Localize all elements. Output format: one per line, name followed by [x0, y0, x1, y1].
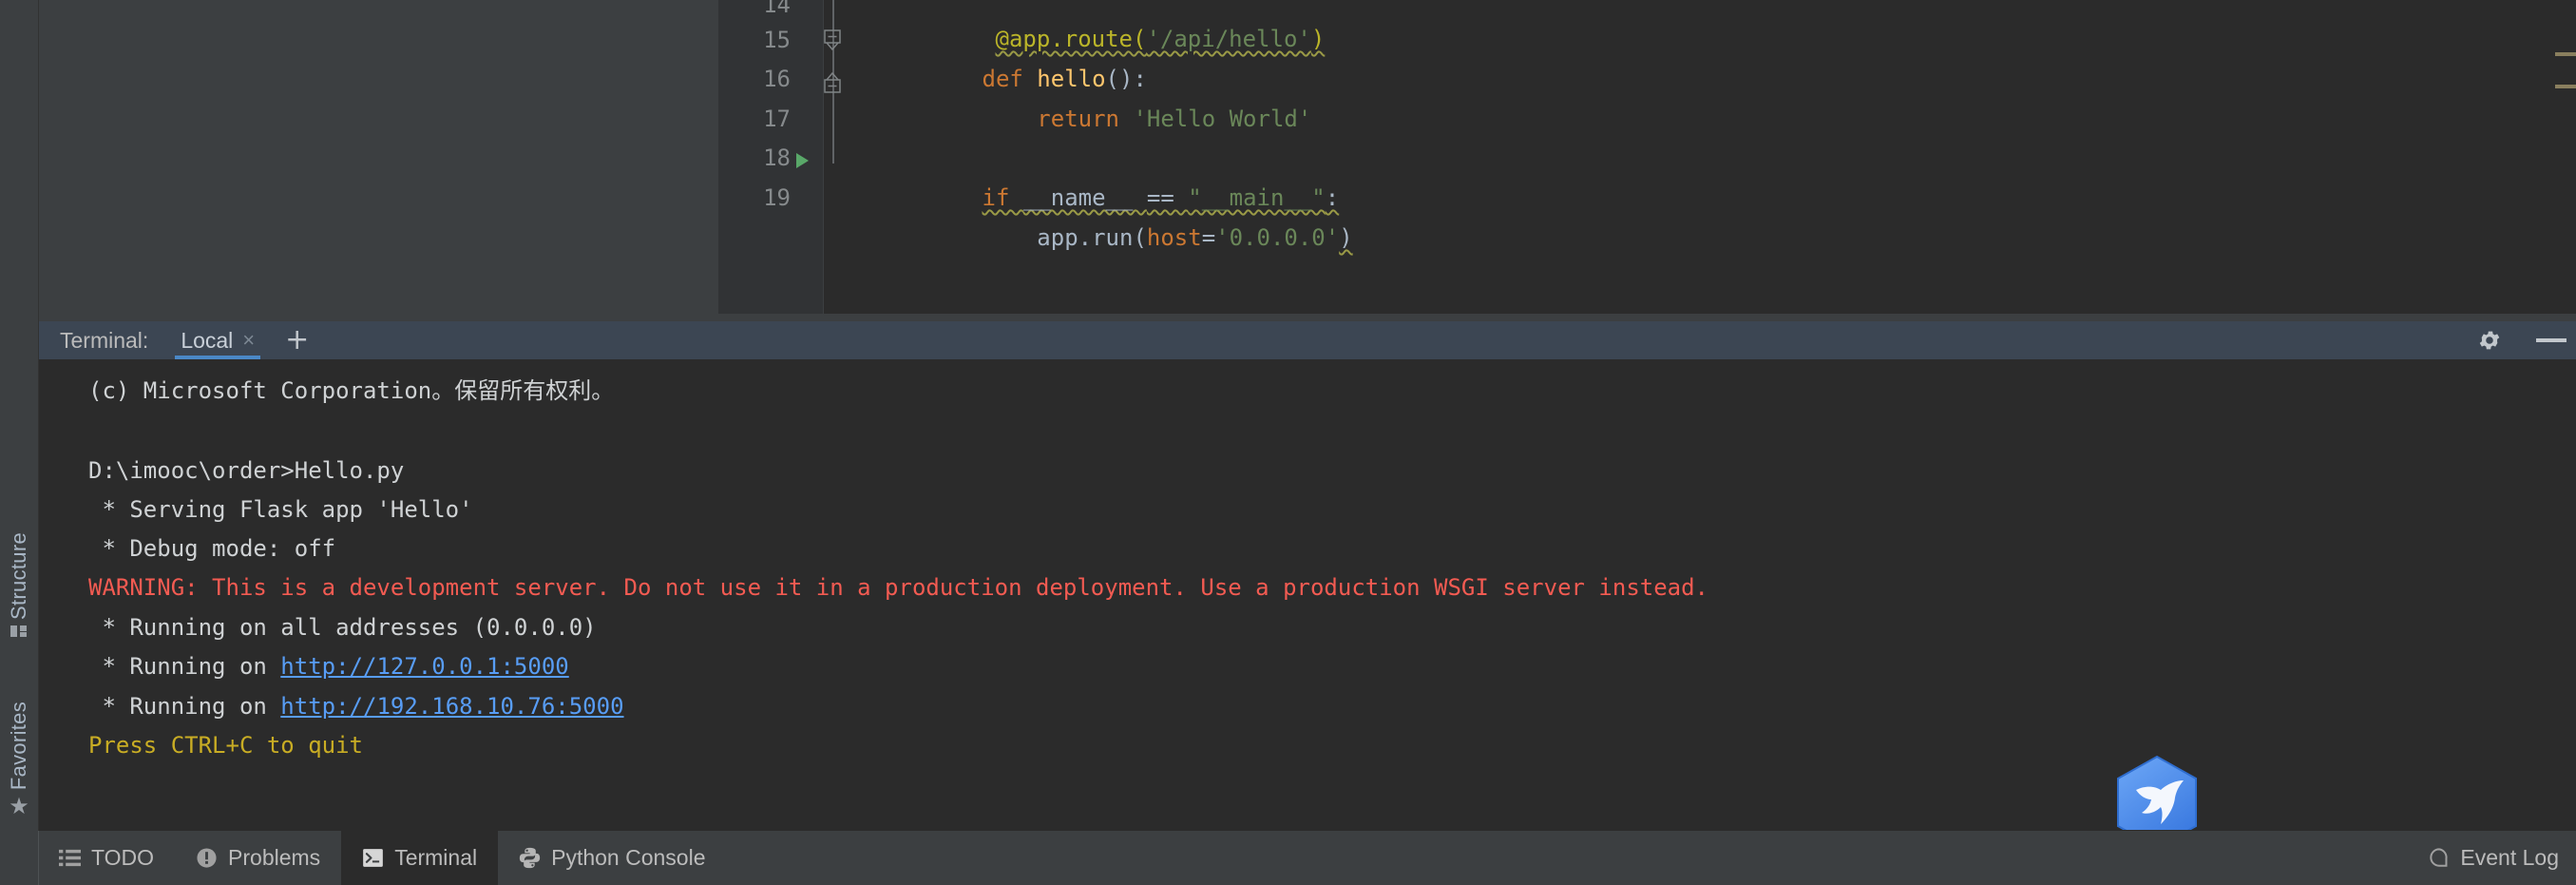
terminal-text: D:\imooc\order>Hello.py — [88, 457, 405, 484]
status-tab-terminal[interactable]: Terminal — [341, 831, 499, 885]
sidebar-item-favorites[interactable]: Favorites ★ — [0, 702, 38, 818]
terminal-line: * Running on all addresses (0.0.0.0) — [88, 607, 597, 647]
terminal-line-warning: WARNING: This is a development server. D… — [88, 568, 1708, 607]
line-number: 18 — [763, 144, 791, 171]
editor-region: 14 15 16 17 18 19 @app.route('/api/hello… — [39, 0, 2576, 321]
event-log-balloon-icon — [2428, 847, 2450, 869]
star-icon: ★ — [9, 794, 29, 820]
terminal-line: Press CTRL+C to quit — [88, 725, 363, 765]
status-tool-buttons: TODO Problems Terminal Python Console — [38, 831, 727, 885]
left-tool-strip: Structure Favorites ★ — [0, 0, 39, 831]
bird-hexagon-logo — [2113, 754, 2201, 831]
line-number: 16 — [763, 66, 791, 92]
run-line-icon[interactable] — [796, 153, 809, 168]
line-number: 15 — [763, 27, 791, 53]
terminal-line: (c) Microsoft Corporation。保留所有权利。 — [88, 371, 614, 411]
status-tab-label: Python Console — [551, 845, 706, 870]
gear-icon[interactable] — [2477, 328, 2502, 353]
status-tab-label: TODO — [91, 845, 155, 870]
code-line-14: @app.route('/api/hello') — [858, 0, 2547, 52]
code-text-area[interactable]: @app.route('/api/hello') def hello(): re… — [824, 0, 2547, 314]
sidebar-item-label: Favorites — [7, 702, 30, 791]
terminal-text: * Running on all addresses (0.0.0.0) — [88, 614, 597, 641]
problems-warning-icon — [196, 847, 218, 869]
terminal-text: (c) Microsoft Corporation。保留所有权利。 — [88, 377, 615, 404]
status-tab-todo[interactable]: TODO — [38, 831, 175, 885]
code-editor[interactable]: 14 15 16 17 18 19 @app.route('/api/hello… — [718, 0, 2576, 321]
code-line-19: app.run(host='0.0.0.0') — [845, 178, 2547, 251]
fold-collapse-icon[interactable] — [824, 29, 841, 50]
terminal-text: * Running on — [88, 653, 281, 680]
terminal-text: * Running on — [88, 693, 281, 720]
editor-marker-scrollbar[interactable] — [2547, 0, 2576, 314]
terminal-link[interactable]: http://192.168.10.76:5000 — [280, 693, 623, 720]
status-tab-label: Terminal — [394, 845, 478, 870]
structure-icon — [10, 625, 28, 643]
code-line-15: def hello(): — [845, 19, 2547, 92]
terminal-output[interactable]: (c) Microsoft Corporation。保留所有权利。 D:\imo… — [39, 359, 2576, 831]
pycharm-window: Structure Favorites ★ 14 15 16 17 18 19 — [0, 0, 2576, 885]
line-number: 19 — [763, 184, 791, 211]
event-log-button[interactable]: Event Log — [2428, 831, 2559, 885]
sidebar-item-structure[interactable]: Structure — [0, 532, 38, 643]
status-tab-label: Problems — [228, 845, 321, 870]
event-log-label: Event Log — [2460, 845, 2559, 870]
code-token: '0.0.0.0' — [1215, 224, 1340, 251]
line-number: 17 — [763, 106, 791, 132]
code-line-16: return 'Hello World' — [845, 59, 2547, 132]
python-icon — [519, 847, 541, 869]
terminal-tab-local[interactable]: Local × — [175, 321, 261, 359]
warning-marker[interactable] — [2555, 52, 2576, 56]
status-tab-problems[interactable]: Problems — [175, 831, 341, 885]
sidebar-item-label: Structure — [7, 532, 30, 620]
terminal-text: * Serving Flask app 'Hello' — [88, 496, 473, 523]
terminal-tool-window: Terminal: Local × + (c) Microsoft Corpor… — [39, 321, 2576, 831]
code-token: host — [1146, 224, 1202, 251]
terminal-line: * Serving Flask app 'Hello' — [88, 490, 473, 529]
terminal-title: Terminal: — [60, 327, 149, 353]
close-icon[interactable]: × — [242, 330, 255, 351]
terminal-warning-text: WARNING: This is a development server. D… — [88, 574, 1709, 601]
code-token: ) — [1339, 224, 1353, 251]
terminal-text: * Debug mode: off — [88, 535, 336, 562]
terminal-header: Terminal: Local × + — [39, 321, 2576, 359]
terminal-line: * Running on http://192.168.10.76:5000 — [88, 686, 623, 726]
terminal-icon — [362, 847, 384, 869]
code-token: app.run( — [982, 224, 1147, 251]
status-tab-python-console[interactable]: Python Console — [498, 831, 726, 885]
code-token: = — [1201, 224, 1216, 251]
terminal-link[interactable]: http://127.0.0.1:5000 — [280, 653, 568, 680]
status-bar: TODO Problems Terminal Python Console Ev… — [0, 830, 2576, 885]
terminal-line: D:\imooc\order>Hello.py — [88, 451, 404, 491]
warning-marker[interactable] — [2555, 85, 2576, 88]
terminal-line: * Running on http://127.0.0.1:5000 — [88, 646, 568, 686]
terminal-tab-label: Local — [181, 327, 234, 353]
fold-end-icon[interactable] — [824, 72, 841, 93]
terminal-text: Press CTRL+C to quit — [88, 732, 363, 759]
todo-list-icon — [59, 847, 81, 869]
terminal-line: * Debug mode: off — [88, 529, 335, 568]
editor-gutter[interactable]: 14 15 16 17 18 19 — [718, 0, 823, 321]
minimize-icon[interactable] — [2536, 338, 2566, 342]
add-terminal-tab-button[interactable]: + — [285, 326, 309, 355]
project-tool-window[interactable] — [39, 0, 718, 321]
editor-bottom-divider — [718, 314, 2576, 321]
code-line-18: if __name__ == "__main__": — [845, 138, 2547, 211]
